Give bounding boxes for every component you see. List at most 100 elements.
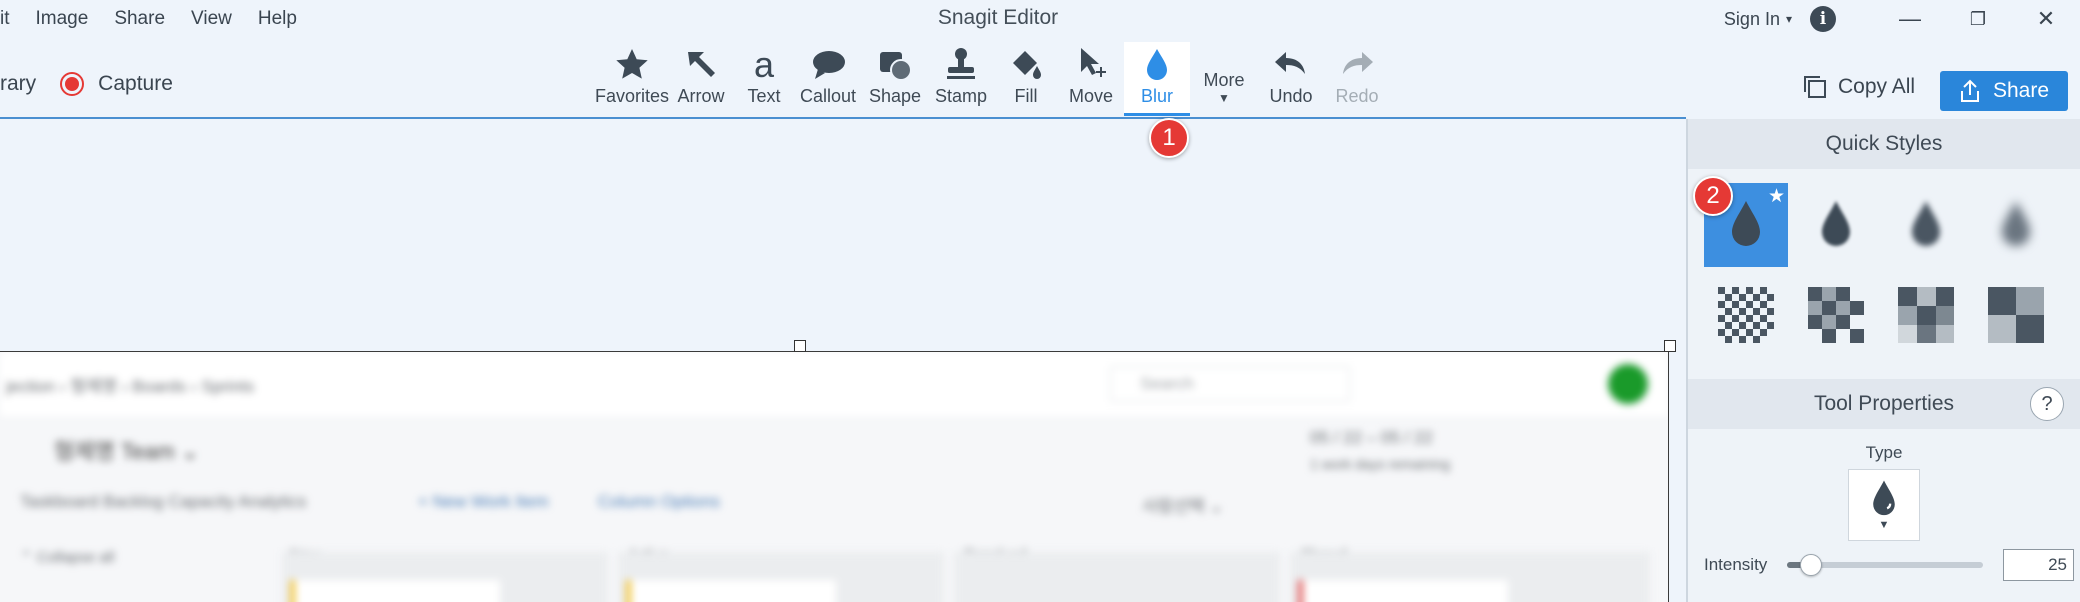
- blurred-column: [954, 552, 1280, 602]
- tool-label: Shape: [868, 86, 922, 106]
- library-capture-group: rary Capture: [0, 72, 173, 96]
- resize-handle-top-right[interactable]: [1664, 340, 1676, 352]
- blurred-breadcrumb: jection › 형제명 › Boards › Sprints: [6, 377, 255, 396]
- share-button[interactable]: Share: [1940, 71, 2068, 111]
- restore-button[interactable]: ❐: [1944, 0, 2012, 38]
- redo-icon: [1343, 52, 1373, 74]
- quick-style-blur-2[interactable]: [1794, 183, 1878, 267]
- intensity-input[interactable]: 25: [2003, 549, 2074, 581]
- tool-properties-header: Tool Properties ?: [1688, 379, 2080, 429]
- intensity-slider-thumb[interactable]: [1799, 554, 1822, 576]
- fill-icon: [1013, 51, 1041, 79]
- window-controls: Sign In ▾ i — ❐ ✕: [1724, 0, 2080, 38]
- blurred-person-filter: 사람선택 ⌄: [1142, 497, 1224, 516]
- captured-image[interactable]: jection › 형제명 › Boards › Sprints Search …: [0, 351, 1669, 602]
- tool-label: Blur: [1140, 86, 1173, 106]
- avatar: [1608, 364, 1648, 404]
- library-button[interactable]: rary: [0, 72, 36, 96]
- properties-panel: Quick Styles ★ Tool Properties ? Type ▼ …: [1686, 119, 2080, 602]
- move-icon: [1081, 48, 1106, 77]
- step-badge-2: 2: [1693, 176, 1733, 216]
- info-icon[interactable]: i: [1810, 6, 1836, 32]
- text-icon: a: [754, 46, 775, 84]
- minimize-button[interactable]: —: [1876, 0, 1944, 38]
- blurred-team: 형제명 Team ⌄: [54, 439, 200, 464]
- copy-all-label: Copy All: [1838, 75, 1916, 98]
- copy-icon: [1804, 76, 1826, 98]
- shape-icon: [880, 52, 912, 81]
- intensity-slider[interactable]: [1786, 554, 1984, 576]
- tool-label: Redo: [1335, 86, 1379, 106]
- app-title: Snagit Editor: [937, 6, 1059, 29]
- sign-in-button[interactable]: Sign In ▾: [1724, 9, 1792, 30]
- callout-icon: [813, 51, 845, 79]
- step-badge-1: 1: [1149, 118, 1189, 158]
- quick-style-pixelate-2[interactable]: [1794, 273, 1878, 357]
- tool-label: Text: [747, 86, 781, 106]
- pixelate-icon: [1718, 287, 1774, 343]
- intensity-row: Intensity 25: [1704, 549, 2074, 581]
- blurred-card: [626, 580, 836, 602]
- blur-drop-icon: [1822, 201, 1850, 246]
- resize-handle-top[interactable]: [794, 340, 806, 352]
- pixelate-icon: [1808, 287, 1864, 343]
- arrow-icon: [688, 52, 715, 77]
- blurred-card: [290, 580, 500, 602]
- share-label: Share: [1992, 79, 2050, 102]
- tool-shape[interactable]: Shape: [862, 42, 928, 116]
- tool-redo[interactable]: Redo: [1324, 42, 1390, 116]
- tool-blur[interactable]: Blur: [1124, 42, 1190, 116]
- close-button[interactable]: ✕: [2012, 0, 2080, 38]
- quick-styles-grid: ★: [1688, 169, 2080, 357]
- help-icon[interactable]: ?: [2030, 387, 2064, 421]
- tool-label: Fill: [1014, 86, 1038, 106]
- pixelate-icon: [1898, 287, 1954, 343]
- sign-in-label: Sign In: [1723, 8, 1780, 29]
- blur-drop-icon: [1147, 49, 1167, 80]
- more-label: More: [1203, 70, 1245, 90]
- caret-down-icon: ▼: [1878, 519, 1890, 531]
- favorite-star-icon[interactable]: ★: [1768, 185, 1785, 208]
- blurred-card: [1298, 580, 1508, 602]
- quick-styles-header: Quick Styles: [1688, 119, 2080, 169]
- quick-style-pixelate-3[interactable]: [1884, 273, 1968, 357]
- capture-button[interactable]: Capture: [98, 72, 173, 96]
- tool-arrow[interactable]: Arrow: [668, 42, 734, 116]
- editor-canvas[interactable]: jection › 형제명 › Boards › Sprints Search …: [0, 119, 1686, 602]
- undo-icon: [1275, 52, 1305, 74]
- tool-label: Undo: [1269, 86, 1313, 106]
- blur-drop-icon: [2002, 201, 2030, 246]
- tool-undo[interactable]: Undo: [1258, 42, 1324, 116]
- tool-label: Move: [1068, 86, 1113, 106]
- blurred-search-placeholder: Search: [1140, 374, 1194, 393]
- blurred-new-item: + New Work Item: [418, 492, 549, 511]
- quick-style-blur-3[interactable]: [1884, 183, 1968, 267]
- tool-label: Stamp: [934, 86, 988, 106]
- record-icon: [60, 72, 85, 96]
- caret-down-icon: ▼: [1218, 91, 1230, 105]
- tool-properties-title: Tool Properties: [1813, 392, 1955, 415]
- blur-drop-icon: [1912, 201, 1940, 246]
- tool-fill[interactable]: Fill: [994, 42, 1058, 116]
- svg-text:a: a: [754, 46, 775, 84]
- pixelate-icon: [1988, 287, 2044, 343]
- share-icon: [1960, 79, 1979, 102]
- type-label: Type: [1865, 443, 1903, 462]
- tool-favorites[interactable]: Favorites: [594, 42, 670, 116]
- tool-callout[interactable]: Callout: [794, 42, 862, 116]
- copy-all-button[interactable]: Copy All: [1802, 74, 1915, 100]
- tool-bar: Favorites Arrow a Text Callout Shape Sta…: [594, 42, 1390, 116]
- tool-more[interactable]: More ▼: [1190, 42, 1258, 116]
- type-dropdown[interactable]: ▼: [1848, 469, 1920, 541]
- blurred-sprint-dates: 05 / 22 – 05 / 22: [1310, 428, 1433, 447]
- quick-style-pixelate-1[interactable]: [1704, 273, 1788, 357]
- tool-stamp[interactable]: Stamp: [928, 42, 994, 116]
- tool-label: Favorites: [594, 86, 670, 106]
- tool-text[interactable]: a Text: [734, 42, 794, 116]
- tool-move[interactable]: Move: [1058, 42, 1124, 116]
- intensity-label: Intensity: [1704, 555, 1768, 574]
- quick-style-blur-4[interactable]: [1974, 183, 2058, 267]
- blur-drop-icon: [1873, 480, 1895, 516]
- quick-style-pixelate-4[interactable]: [1974, 273, 2058, 357]
- blurred-content: jection › 형제명 › Boards › Sprints Search …: [0, 352, 1668, 602]
